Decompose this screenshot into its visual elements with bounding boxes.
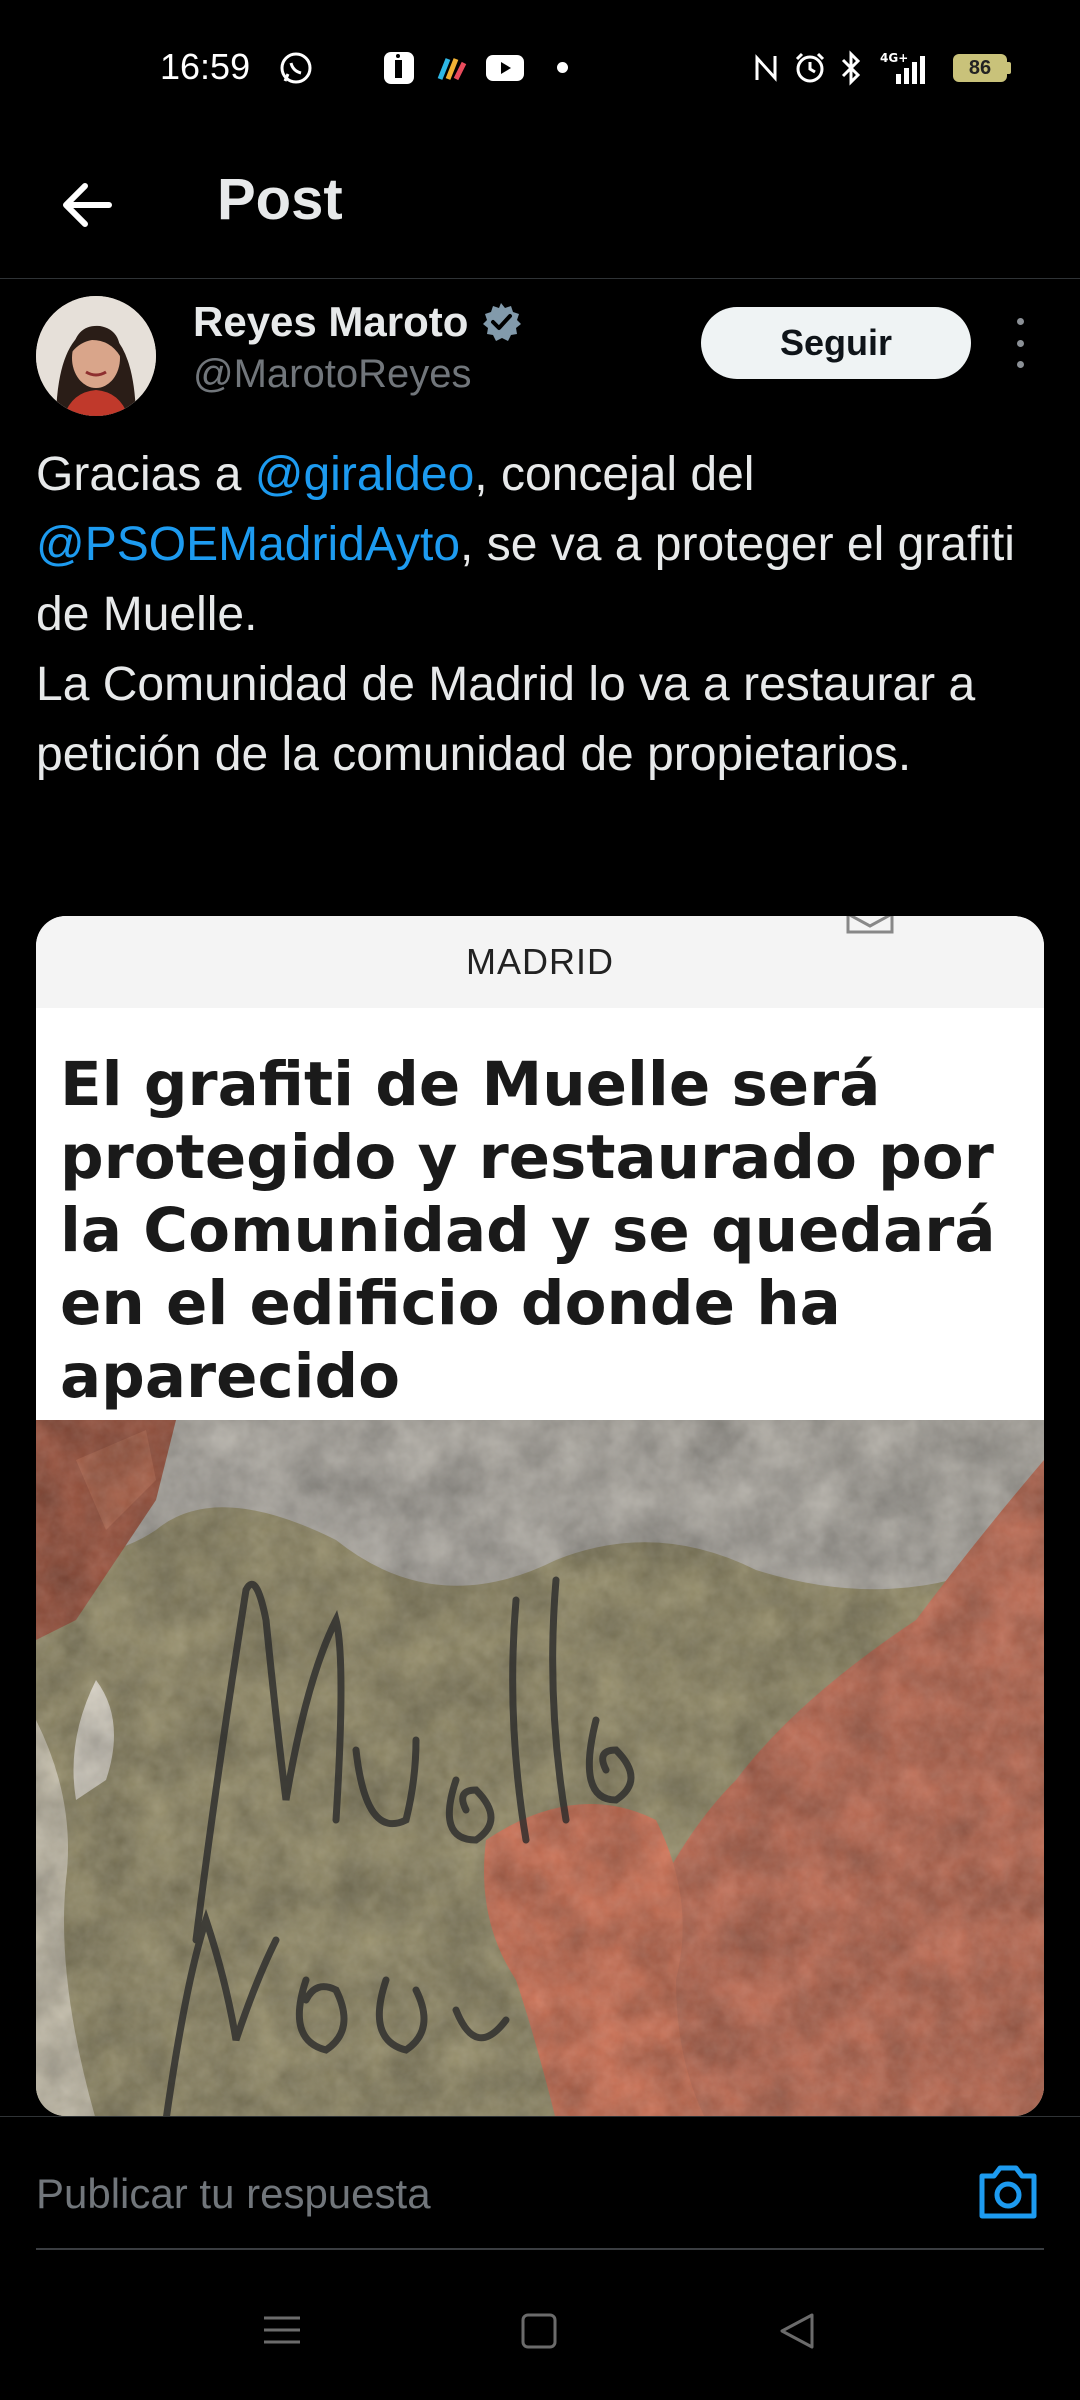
app-icon xyxy=(382,50,416,86)
svg-text:4G+: 4G+ xyxy=(880,51,908,65)
mention-link[interactable]: @giraldeo xyxy=(255,448,475,501)
author-name[interactable]: Reyes Maroto xyxy=(193,298,522,346)
alarm-icon xyxy=(793,50,827,86)
youtube-icon xyxy=(485,50,525,86)
author-handle[interactable]: @MarotoReyes xyxy=(193,352,471,397)
status-bar: 16:59 4G+ 86 xyxy=(0,0,1080,140)
4g-signal-icon: 4G+ xyxy=(880,50,926,86)
status-time: 16:59 xyxy=(160,46,251,87)
nfc-icon xyxy=(752,50,780,86)
menu-nav-icon[interactable] xyxy=(262,2312,302,2348)
camera-icon[interactable] xyxy=(976,2162,1040,2222)
verified-badge-icon xyxy=(483,303,522,341)
mention-link[interactable]: @PSOEMadridAyto xyxy=(36,518,460,571)
notification-dot xyxy=(557,62,568,73)
bluetooth-icon xyxy=(838,50,864,86)
reply-underline xyxy=(36,2248,1044,2250)
card-section-label: MADRID xyxy=(466,941,614,982)
color-app-icon xyxy=(436,50,470,86)
arrow-left-icon xyxy=(63,183,112,227)
mail-icon xyxy=(846,916,894,934)
battery-tip xyxy=(1007,62,1011,74)
author-name-text: Reyes Maroto xyxy=(193,298,469,345)
card-section: MADRID xyxy=(36,916,1044,1008)
follow-button[interactable]: Seguir xyxy=(701,307,971,379)
back-nav-icon[interactable] xyxy=(778,2312,816,2350)
article-card[interactable]: MADRID El grafiti de Muelle será protegi… xyxy=(36,916,1044,2116)
page-title: Post xyxy=(217,167,343,232)
home-nav-icon[interactable] xyxy=(520,2312,558,2350)
battery-icon: 86 xyxy=(953,54,1007,82)
more-options-icon[interactable] xyxy=(1008,318,1032,368)
card-headline: El grafiti de Muelle será protegido y re… xyxy=(60,1049,996,1412)
post-text: Gracias a @giraldeo, concejal del @PSOEM… xyxy=(36,440,1046,790)
back-button[interactable] xyxy=(52,170,122,240)
reply-input[interactable]: Publicar tu respuesta xyxy=(36,2170,431,2218)
post-text-part: Gracias a xyxy=(36,448,255,501)
whatsapp-icon xyxy=(278,50,314,86)
avatar[interactable] xyxy=(36,296,156,416)
graffiti-image xyxy=(36,1420,1044,2116)
post-text-part: La Comunidad de Madrid lo va a restaurar… xyxy=(36,658,976,781)
post-text-part: , concejal del xyxy=(474,448,755,501)
header: Post xyxy=(0,140,1080,279)
